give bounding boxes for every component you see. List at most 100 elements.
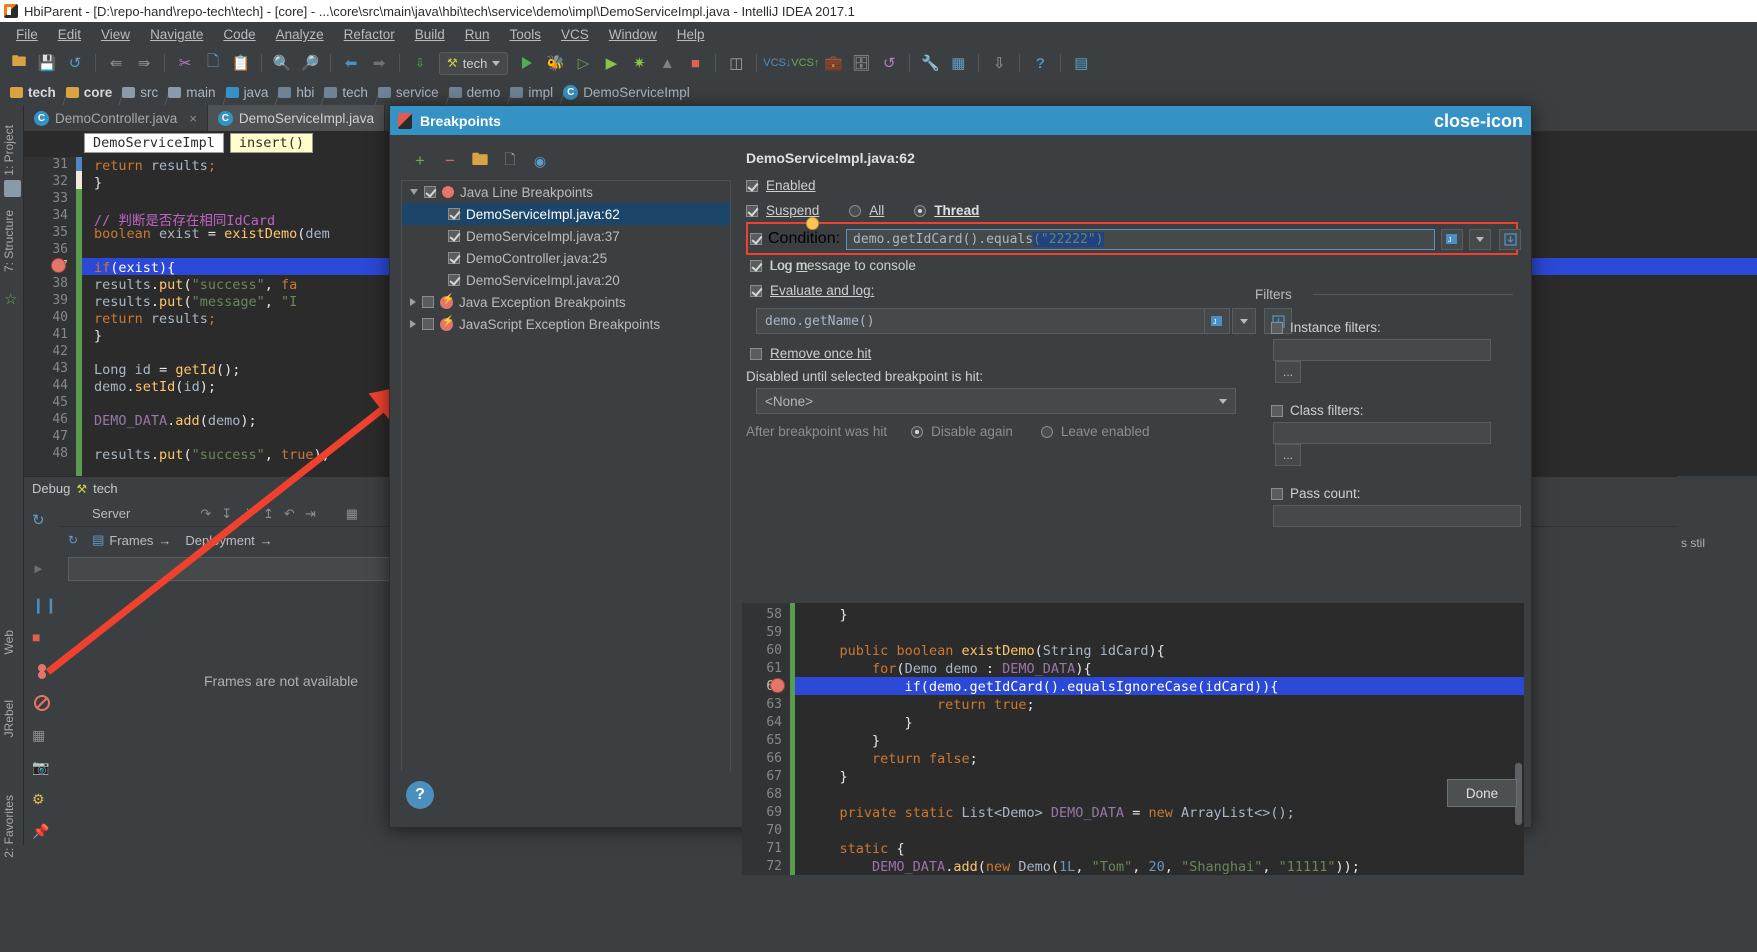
force-step-into-icon[interactable]: ⇣ — [242, 506, 253, 522]
server-tab[interactable]: Server — [68, 506, 130, 521]
copy-breakpoint-icon[interactable]: 🗋 — [501, 152, 519, 170]
disabled-until-combo[interactable]: <None> — [756, 388, 1236, 414]
breadcrumb-item-demo[interactable]: demo — [445, 85, 507, 100]
menu-file[interactable]: File — [6, 25, 48, 44]
debug-icon[interactable]: 🐝 — [542, 50, 568, 76]
settings-gear-icon[interactable]: 🔧 — [917, 50, 943, 76]
open-folder-icon[interactable]: 🖿 — [6, 50, 32, 76]
breadcrumb-item-impl[interactable]: impl — [506, 85, 559, 100]
menu-run[interactable]: Run — [455, 25, 500, 44]
group-folder-icon[interactable]: 🖿 — [471, 152, 489, 170]
class-filters-checkbox[interactable] — [1271, 405, 1283, 417]
instance-filters-input[interactable] — [1273, 339, 1491, 361]
class-filters-input[interactable] — [1273, 422, 1491, 444]
stop-icon[interactable]: ■ — [682, 50, 708, 76]
breakpoint-checkbox[interactable] — [448, 252, 460, 264]
enabled-row[interactable]: Enabled — [746, 178, 1521, 193]
step-into-icon[interactable]: ↧ — [221, 506, 232, 522]
replace-icon[interactable]: 🔎 — [297, 50, 323, 76]
stop-icon[interactable]: ■ — [32, 629, 52, 649]
vcs-diff-icon[interactable]: 🗄 — [848, 50, 874, 76]
breadcrumb-item-tech[interactable]: tech — [6, 85, 62, 100]
tree-group-java-line-breakpoints[interactable]: Java Line Breakpoints — [402, 181, 730, 203]
settings-icon[interactable]: ⚙ — [32, 791, 52, 811]
breakpoint-code-preview[interactable]: 58 59 60 61 62 63 64 65 66 67 68 69 70 7… — [742, 603, 1524, 875]
restore-layout-icon[interactable]: ▦ — [32, 727, 52, 747]
jrebel-debug-icon[interactable]: ✷ — [626, 50, 652, 76]
bookmarks-icon[interactable]: ▤ — [1068, 50, 1094, 76]
group-checkbox[interactable] — [422, 318, 434, 330]
rerun-icon[interactable]: ↻ — [32, 511, 52, 531]
vcs-commit-icon[interactable]: VCS↑ — [792, 50, 818, 76]
cut-scissors-icon[interactable]: ✂ — [172, 50, 198, 76]
breadcrumb-item-class[interactable]: CDemoServiceImpl — [559, 85, 696, 100]
paste-icon[interactable]: 📋 — [228, 50, 254, 76]
project-folder-icon[interactable] — [4, 180, 21, 197]
save-all-icon[interactable]: 💾 — [34, 50, 60, 76]
breadcrumb-item-core[interactable]: core — [62, 85, 119, 100]
condition-checkbox[interactable] — [750, 233, 762, 245]
redo-arrow-icon[interactable]: ⇛ — [131, 50, 157, 76]
tab-demoserviceimpl[interactable]: C DemoServiceImpl.java — [208, 105, 385, 131]
frames-combo[interactable] — [68, 557, 408, 581]
download-icon[interactable]: ⇩ — [986, 50, 1012, 76]
breakpoints-tree[interactable]: Java Line Breakpoints DemoServiceImpl.ja… — [401, 180, 731, 771]
vcs-update-icon[interactable]: VCS↓ — [764, 50, 790, 76]
condition-input[interactable]: demo.getIdCard().equals("22222") — [846, 229, 1435, 250]
instance-filters-checkbox[interactable] — [1271, 322, 1283, 334]
pause-icon[interactable]: ❙❙ — [32, 596, 52, 616]
breakpoint-icon[interactable] — [770, 678, 785, 693]
help-button[interactable]: ? — [406, 781, 434, 809]
sidebar-item-web[interactable]: Web — [2, 630, 16, 654]
pass-count-input[interactable] — [1273, 505, 1521, 527]
suspend-row[interactable]: Suspend All Thread — [746, 203, 1521, 218]
sidebar-item-structure[interactable]: 7: Structure — [2, 210, 16, 272]
condition-history-dropdown[interactable] — [1469, 229, 1491, 250]
refresh-icon[interactable]: ↻ — [68, 533, 78, 547]
camera-icon[interactable]: 📷 — [32, 759, 52, 779]
evaluate-checkbox[interactable] — [750, 285, 762, 297]
run-to-cursor-icon[interactable]: ⇥ — [305, 506, 316, 522]
run-icon[interactable] — [514, 50, 540, 76]
expand-editor-icon[interactable] — [1499, 229, 1521, 250]
sync-refresh-icon[interactable]: ↺ — [62, 50, 88, 76]
chevron-right-icon[interactable] — [410, 320, 416, 328]
remove-once-hit-checkbox[interactable] — [750, 348, 762, 360]
menu-help[interactable]: Help — [667, 25, 715, 44]
menu-view[interactable]: View — [91, 25, 140, 44]
menu-build[interactable]: Build — [405, 25, 455, 44]
tree-item-demoserviceimpl-62[interactable]: DemoServiceImpl.java:62 — [402, 203, 730, 225]
tree-item-democontroller-25[interactable]: DemoController.java:25 — [402, 247, 730, 269]
editor-gutter[interactable]: 31 32 33 34 35 36 37 38 39 40 41 42 43 4… — [24, 157, 76, 476]
menu-vcs[interactable]: VCS — [551, 25, 599, 44]
instance-filters-ellipsis-button[interactable]: ... — [1275, 361, 1301, 383]
jrebel-run-icon[interactable]: ▶ — [598, 50, 624, 76]
compile-icon[interactable]: ⇩ — [407, 50, 433, 76]
tree-group-java-exception-breakpoints[interactable]: Java Exception Breakpoints — [402, 291, 730, 313]
group-checkbox[interactable] — [422, 296, 434, 308]
sidebar-item-project[interactable]: 1: Project — [2, 125, 16, 176]
breadcrumb-item-tech-pkg[interactable]: tech — [320, 85, 374, 100]
breadcrumb-item-hbi[interactable]: hbi — [274, 85, 320, 100]
resume-icon[interactable]: ► — [32, 561, 52, 581]
menu-refactor[interactable]: Refactor — [334, 25, 405, 44]
tab-frames[interactable]: ▤ Frames→ — [92, 532, 171, 548]
menu-edit[interactable]: Edit — [48, 25, 91, 44]
vcs-history-icon[interactable]: 💼 — [820, 50, 846, 76]
class-filters-ellipsis-button[interactable]: ... — [1275, 444, 1301, 466]
breakpoint-checkbox[interactable] — [448, 230, 460, 242]
suspend-thread-radio[interactable] — [914, 205, 926, 217]
evaluate-history-dropdown[interactable] — [1232, 308, 1256, 334]
chevron-right-icon[interactable] — [410, 298, 416, 306]
run-configuration-selector[interactable]: ⚒ tech — [439, 52, 508, 75]
breadcrumb-item-java[interactable]: java — [222, 85, 275, 100]
copy-icon[interactable]: 🗋 — [200, 50, 226, 76]
evaluate-editor-icon[interactable]: J — [1204, 308, 1230, 334]
menu-tools[interactable]: Tools — [500, 25, 552, 44]
breadcrumb-item-service[interactable]: service — [374, 85, 445, 100]
close-icon[interactable]: × — [189, 111, 197, 126]
chevron-down-icon[interactable] — [410, 189, 418, 195]
forward-arrow-icon[interactable]: ➡ — [366, 50, 392, 76]
log-message-checkbox[interactable] — [750, 260, 762, 272]
view-breakpoints-icon[interactable] — [32, 661, 52, 681]
